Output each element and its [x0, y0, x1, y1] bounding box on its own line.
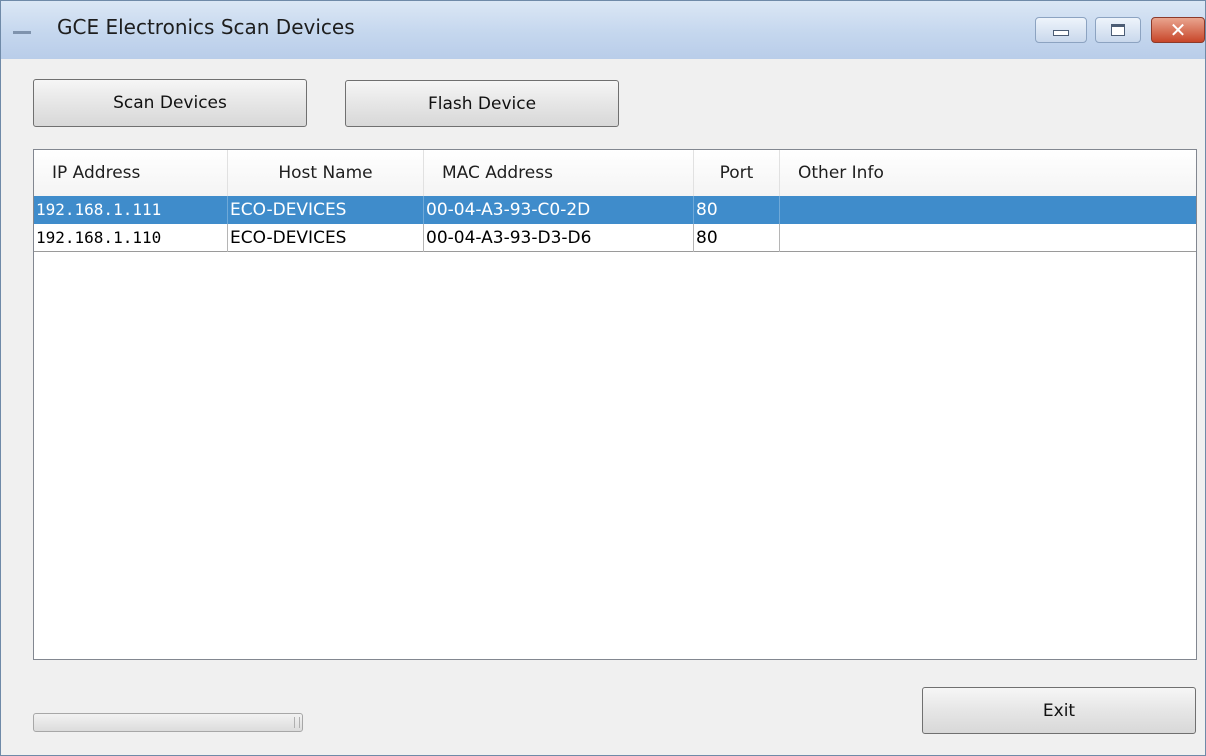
table-row[interactable]: 192.168.1.110 ECO-DEVICES 00-04-A3-93-D3…: [34, 224, 1196, 252]
scan-devices-button[interactable]: Scan Devices: [33, 79, 307, 127]
progress-grip-icon: [294, 717, 300, 728]
port-cell: 80: [694, 196, 780, 224]
minimize-icon: [1053, 30, 1069, 36]
other-info-cell: [780, 196, 1196, 224]
host-cell: ECO-DEVICES: [228, 196, 424, 224]
ip-cell: 192.168.1.111: [34, 196, 228, 224]
mac-cell: 00-04-A3-93-D3-D6: [424, 224, 694, 252]
maximize-icon: [1111, 24, 1125, 36]
other-info-cell: [780, 224, 1196, 252]
progress-bar: [33, 713, 303, 732]
app-icon: [13, 31, 31, 34]
column-header-mac[interactable]: MAC Address: [424, 150, 694, 196]
title-bar[interactable]: GCE Electronics Scan Devices ✕: [1, 1, 1205, 59]
device-list[interactable]: IP Address Host Name MAC Address Port Ot…: [33, 149, 1197, 660]
column-header-host[interactable]: Host Name: [228, 150, 424, 196]
column-header-other-info[interactable]: Other Info: [780, 150, 1196, 196]
exit-button[interactable]: Exit: [922, 687, 1196, 734]
maximize-button[interactable]: [1095, 17, 1141, 43]
column-header-port[interactable]: Port: [694, 150, 780, 196]
close-button[interactable]: ✕: [1151, 17, 1205, 43]
ip-cell: 192.168.1.110: [34, 224, 228, 252]
mac-cell: 00-04-A3-93-C0-2D: [424, 196, 694, 224]
flash-device-button[interactable]: Flash Device: [345, 80, 619, 127]
client-area: Scan Devices Flash Device IP Address Hos…: [1, 59, 1205, 755]
port-cell: 80: [694, 224, 780, 252]
window-title: GCE Electronics Scan Devices: [57, 15, 355, 39]
list-header: IP Address Host Name MAC Address Port Ot…: [34, 150, 1196, 197]
minimize-button[interactable]: [1035, 17, 1087, 43]
close-icon: ✕: [1169, 18, 1187, 42]
host-cell: ECO-DEVICES: [228, 224, 424, 252]
table-row[interactable]: 192.168.1.111 ECO-DEVICES 00-04-A3-93-C0…: [34, 196, 1196, 224]
column-header-ip[interactable]: IP Address: [34, 150, 228, 196]
app-window: GCE Electronics Scan Devices ✕ Scan Devi…: [0, 0, 1206, 756]
